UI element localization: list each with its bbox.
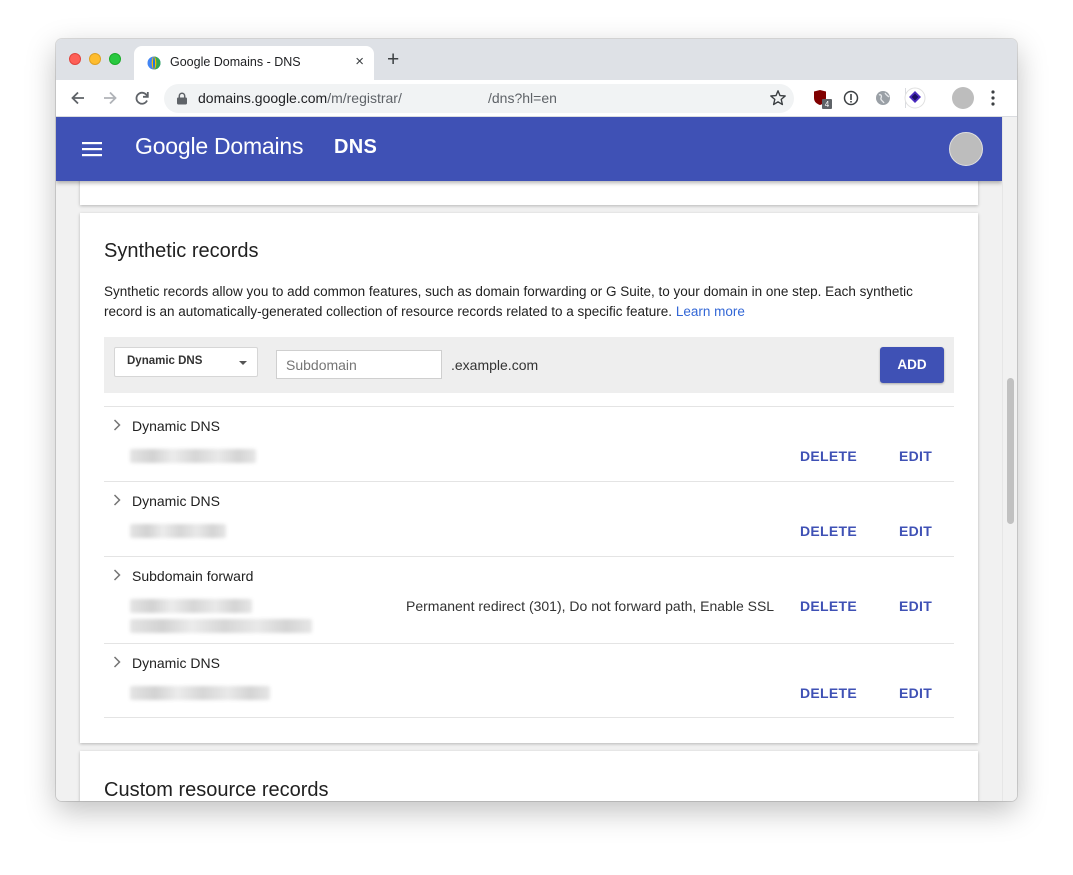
record-type: Subdomain forward xyxy=(132,568,254,584)
record-row: Dynamic DNS DELETE EDIT xyxy=(104,643,954,718)
redacted-hostname xyxy=(130,524,226,538)
url-path: /dns?hl=en xyxy=(488,90,557,106)
lock-icon xyxy=(177,92,187,105)
chevron-right-icon[interactable] xyxy=(112,656,122,668)
maximize-window-button[interactable] xyxy=(109,53,121,65)
forward-options: Permanent redirect (301), Do not forward… xyxy=(406,598,775,614)
page-scrollbar[interactable] xyxy=(1002,117,1017,801)
tab-title: Google Domains - DNS xyxy=(170,55,301,69)
app-bar: Google Domains DNS xyxy=(56,117,1002,181)
redacted-destination xyxy=(130,619,312,633)
domain-suffix: .example.com xyxy=(451,357,539,373)
record-type-selected: Dynamic DNS xyxy=(127,355,203,367)
record-row: Dynamic DNS DELETE EDIT xyxy=(104,481,954,556)
new-tab-button[interactable]: + xyxy=(387,49,399,71)
bookmark-star-icon[interactable] xyxy=(769,89,787,107)
dropdown-caret-icon xyxy=(239,361,247,365)
record-row: Dynamic DNS DELETE EDIT xyxy=(104,406,954,481)
synthetic-records-title: Synthetic records xyxy=(104,240,259,262)
tab-strip: Google Domains - DNS × + xyxy=(56,39,1017,80)
tab-google-domains[interactable]: Google Domains - DNS × xyxy=(134,46,374,80)
globe-extension-icon[interactable] xyxy=(875,90,891,106)
url-host: domains.google.com/m/registrar/ xyxy=(198,90,402,106)
browser-window: Google Domains - DNS × + domains.google.… xyxy=(56,39,1017,801)
chevron-right-icon[interactable] xyxy=(112,494,122,506)
chevron-right-icon[interactable] xyxy=(112,569,122,581)
profile-avatar[interactable] xyxy=(952,87,974,109)
record-type: Dynamic DNS xyxy=(132,493,220,509)
google-domains-logo[interactable]: Google Domains xyxy=(135,133,304,160)
address-bar[interactable]: domains.google.com/m/registrar/ /dns?hl=… xyxy=(164,84,794,113)
extension-badge: 4 xyxy=(825,100,830,109)
layers-extension-icon[interactable] xyxy=(904,87,926,109)
page-content: Google Domains DNS Synthetic records Synt… xyxy=(56,117,1002,801)
google-domains-favicon-icon xyxy=(147,56,161,70)
chevron-right-icon[interactable] xyxy=(112,419,122,431)
delete-button[interactable]: DELETE xyxy=(800,523,857,539)
page-title: DNS xyxy=(334,136,378,158)
reload-icon[interactable] xyxy=(132,88,152,108)
forward-arrow-icon[interactable] xyxy=(100,88,120,108)
learn-more-link[interactable]: Learn more xyxy=(676,304,745,319)
close-window-button[interactable] xyxy=(69,53,81,65)
add-synthetic-record-bar: Dynamic DNS .example.com ADD xyxy=(104,337,954,393)
record-row: Subdomain forward Permanent redirect (30… xyxy=(104,556,954,643)
browser-toolbar: domains.google.com/m/registrar/ /dns?hl=… xyxy=(56,80,1017,117)
record-type: Dynamic DNS xyxy=(132,418,220,434)
redacted-hostname xyxy=(130,449,256,463)
synthetic-records-description: Synthetic records allow you to add commo… xyxy=(104,284,913,319)
subdomain-input[interactable] xyxy=(276,350,442,379)
info-extension-icon[interactable] xyxy=(843,90,859,106)
ublock-extension-icon[interactable]: 4 xyxy=(812,88,834,110)
more-vert-icon[interactable] xyxy=(991,90,995,106)
scrollbar-thumb[interactable] xyxy=(1007,378,1014,524)
redacted-hostname xyxy=(130,686,270,700)
account-avatar[interactable] xyxy=(949,132,983,166)
delete-button[interactable]: DELETE xyxy=(800,448,857,464)
hamburger-menu-icon[interactable] xyxy=(82,141,102,157)
edit-button[interactable]: EDIT xyxy=(899,685,932,701)
redacted-hostname xyxy=(130,599,252,613)
edit-button[interactable]: EDIT xyxy=(899,598,932,614)
edit-button[interactable]: EDIT xyxy=(899,523,932,539)
custom-resource-records-card: Custom resource records xyxy=(80,751,978,801)
synthetic-records-card: Synthetic records Synthetic records allo… xyxy=(80,213,978,743)
custom-records-title: Custom resource records xyxy=(104,779,329,801)
record-type: Dynamic DNS xyxy=(132,655,220,671)
add-button[interactable]: ADD xyxy=(880,347,944,383)
delete-button[interactable]: DELETE xyxy=(800,598,857,614)
back-arrow-icon[interactable] xyxy=(68,88,88,108)
tab-close-icon[interactable]: × xyxy=(355,53,364,71)
edit-button[interactable]: EDIT xyxy=(899,448,932,464)
synthetic-records-list: Dynamic DNS DELETE EDIT Dynamic DNS DELE… xyxy=(104,406,954,718)
delete-button[interactable]: DELETE xyxy=(800,685,857,701)
minimize-window-button[interactable] xyxy=(89,53,101,65)
record-type-select[interactable]: Dynamic DNS xyxy=(114,347,258,377)
